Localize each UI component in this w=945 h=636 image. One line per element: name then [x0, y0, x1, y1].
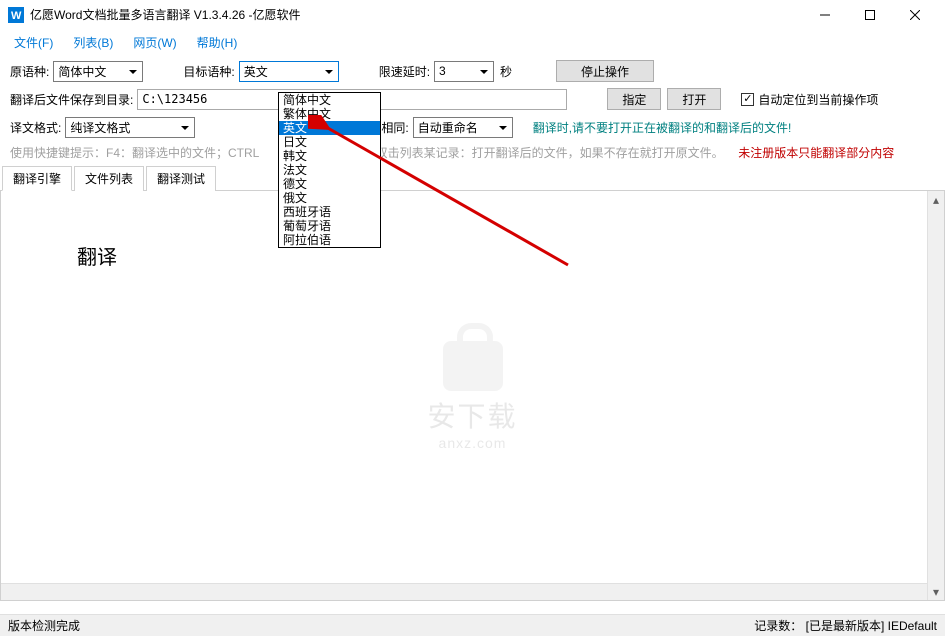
- dropdown-option[interactable]: 日文: [279, 135, 380, 149]
- menu-help[interactable]: 帮助(H): [191, 32, 244, 53]
- minimize-button[interactable]: [802, 1, 847, 29]
- source-lang-label: 原语种:: [10, 63, 49, 80]
- target-lang-label: 目标语种:: [183, 63, 234, 80]
- delay-select[interactable]: 3: [434, 61, 494, 82]
- target-lang-dropdown[interactable]: 简体中文繁体中文英文日文韩文法文德文俄文西班牙语葡萄牙语阿拉伯语: [278, 92, 381, 248]
- menubar: 文件(F) 列表(B) 网页(W) 帮助(H): [0, 30, 945, 54]
- hint-gray2: 双击列表某记录：打开翻译后的文件，如果不存在就打开原文件。: [376, 146, 724, 160]
- hint-row: 使用快捷键提示：F4：翻译选中的文件；CTRL 双击列表某记录：打开翻译后的文件…: [0, 144, 945, 165]
- stop-button[interactable]: 停止操作: [556, 60, 654, 82]
- delay-label: 限速延时:: [379, 63, 430, 80]
- dropdown-option[interactable]: 韩文: [279, 149, 380, 163]
- target-lang-select[interactable]: 英文: [239, 61, 339, 82]
- dropdown-option[interactable]: 西班牙语: [279, 205, 380, 219]
- scroll-down-icon[interactable]: ▾: [928, 583, 944, 600]
- assign-button[interactable]: 指定: [607, 88, 661, 110]
- watermark: 安下载 anxz.com: [427, 341, 517, 451]
- teal-hint: 翻译时,请不要打开正在被翻译的和翻译后的文件!: [533, 119, 792, 136]
- dropdown-option[interactable]: 英文: [279, 121, 380, 135]
- close-button[interactable]: [892, 1, 937, 29]
- menu-list[interactable]: 列表(B): [67, 32, 119, 53]
- tab-filelist[interactable]: 文件列表: [74, 166, 144, 191]
- dropdown-option[interactable]: 阿拉伯语: [279, 233, 380, 247]
- dropdown-option[interactable]: 俄文: [279, 191, 380, 205]
- same-name-select[interactable]: 自动重命名: [413, 117, 513, 138]
- menu-file[interactable]: 文件(F): [8, 32, 59, 53]
- horizontal-scrollbar[interactable]: [1, 583, 927, 600]
- app-icon: W: [8, 7, 24, 23]
- status-right: 记录数： [已是最新版本] IEDefault: [754, 617, 937, 634]
- source-lang-select[interactable]: 简体中文: [53, 61, 143, 82]
- save-dir-label: 翻译后文件保存到目录:: [10, 91, 133, 108]
- scroll-up-icon[interactable]: ▴: [928, 191, 944, 208]
- hint-red: 未注册版本只能翻译部分内容: [738, 146, 894, 160]
- dropdown-option[interactable]: 葡萄牙语: [279, 219, 380, 233]
- status-left: 版本检测完成: [8, 617, 80, 634]
- tab-test[interactable]: 翻译测试: [146, 166, 216, 191]
- content-big-text: 翻译: [77, 241, 117, 270]
- tab-engine[interactable]: 翻译引擎: [2, 166, 72, 191]
- vertical-scrollbar[interactable]: ▴ ▾: [927, 191, 944, 600]
- format-label: 译文格式:: [10, 119, 61, 136]
- dropdown-option[interactable]: 繁体中文: [279, 107, 380, 121]
- svg-text:W: W: [11, 10, 22, 22]
- statusbar: 版本检测完成 记录数： [已是最新版本] IEDefault: [0, 614, 945, 636]
- auto-locate-checkbox[interactable]: [741, 93, 754, 106]
- window-title: 亿愿Word文档批量多语言翻译 V1.3.4.26 -亿愿软件: [30, 6, 802, 23]
- maximize-button[interactable]: [847, 1, 892, 29]
- dropdown-option[interactable]: 简体中文: [279, 93, 380, 107]
- titlebar: W 亿愿Word文档批量多语言翻译 V1.3.4.26 -亿愿软件: [0, 0, 945, 30]
- seconds-label: 秒: [500, 63, 512, 80]
- tabs: 翻译引擎 文件列表 翻译测试: [0, 165, 945, 191]
- hint-gray1: 使用快捷键提示：F4：翻译选中的文件；CTRL: [10, 146, 259, 160]
- menu-web[interactable]: 网页(W): [127, 32, 182, 53]
- format-select[interactable]: 纯译文格式: [65, 117, 195, 138]
- open-button[interactable]: 打开: [667, 88, 721, 110]
- lock-icon: [442, 341, 502, 391]
- dropdown-option[interactable]: 法文: [279, 163, 380, 177]
- auto-locate-label: 自动定位到当前操作项: [758, 91, 878, 108]
- dropdown-option[interactable]: 德文: [279, 177, 380, 191]
- content-area: 翻译 安下载 anxz.com ▴ ▾: [0, 191, 945, 601]
- toolbar: 原语种: 简体中文 目标语种: 英文 限速延时: 3 秒 停止操作 翻译后文件保…: [0, 54, 945, 138]
